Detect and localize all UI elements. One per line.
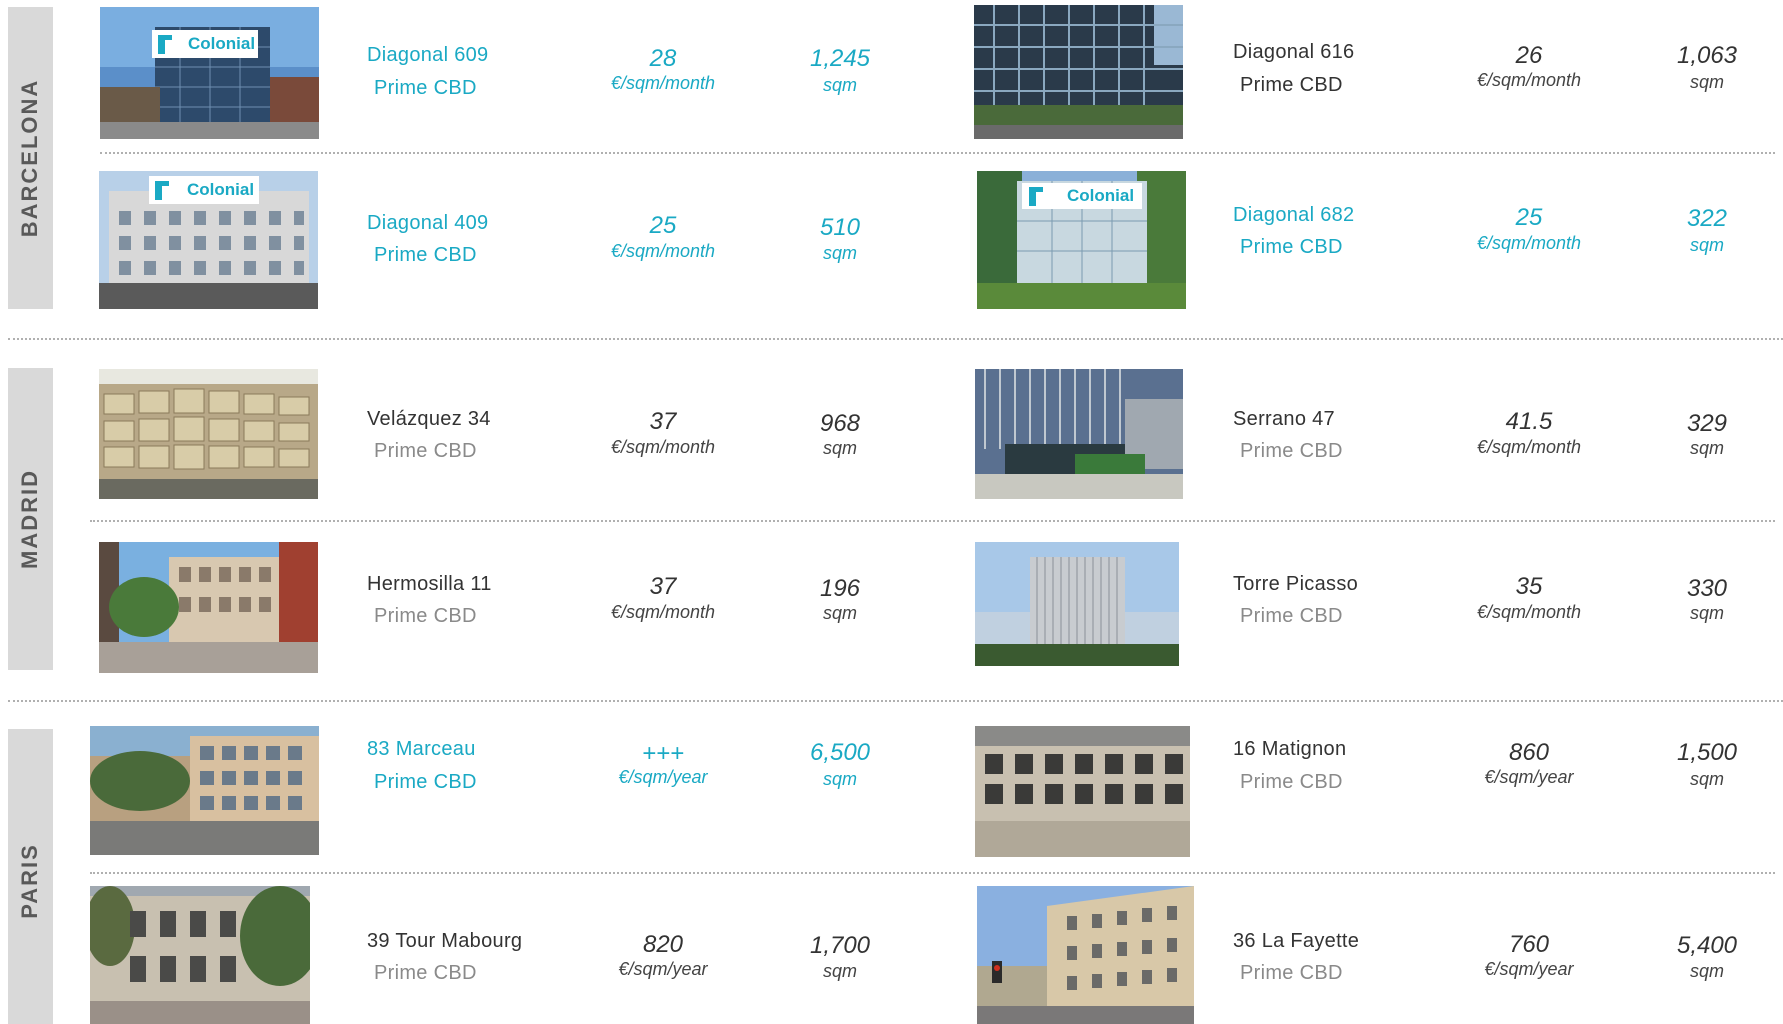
rent-value: 760 — [1508, 931, 1550, 958]
building-name: Velázquez 34 — [367, 408, 491, 430]
building-zone: Prime CBD — [374, 771, 477, 793]
rent-value: 37 — [649, 573, 677, 600]
building-zone: Prime CBD — [374, 962, 477, 984]
rent-unit: €/sqm/month — [1476, 233, 1582, 253]
building-photo-diagonal-609: Colonial — [100, 7, 319, 139]
building-zone: Prime CBD — [374, 77, 477, 99]
rent-value: 860 — [1508, 739, 1550, 766]
building-zone: Prime CBD — [374, 244, 477, 266]
rent-value: 25 — [649, 212, 677, 239]
building-zone: Prime CBD — [1240, 605, 1343, 627]
rent-unit: €/sqm/year — [1484, 959, 1574, 979]
building-name: Diagonal 609 — [367, 44, 489, 66]
building-zone: Prime CBD — [1240, 771, 1343, 793]
building-name: Torre Picasso — [1233, 573, 1359, 595]
building-zone: Prime CBD — [374, 605, 477, 627]
rent-unit: €/sqm/year — [1484, 767, 1574, 787]
building-photo-diagonal-616 — [974, 5, 1183, 139]
area-value: 329 — [1686, 410, 1728, 437]
area-value: 330 — [1686, 575, 1728, 602]
rent-unit: €/sqm/month — [610, 437, 716, 457]
area-value: 1,700 — [809, 932, 871, 959]
area-unit: sqm — [822, 243, 857, 263]
rent-unit: €/sqm/month — [610, 602, 716, 622]
area-value: 1,245 — [809, 45, 871, 72]
building-name: 36 La Fayette — [1233, 930, 1360, 952]
area-value: 322 — [1686, 205, 1728, 232]
building-photo-diagonal-409: Colonial — [99, 171, 318, 309]
building-zone: Prime CBD — [1240, 74, 1343, 96]
area-unit: sqm — [822, 769, 857, 789]
area-value: 968 — [819, 410, 861, 437]
area-unit: sqm — [1689, 235, 1724, 255]
rent-value: 37 — [649, 408, 677, 435]
building-photo-serrano-47 — [975, 369, 1183, 499]
area-unit: sqm — [822, 75, 857, 95]
rent-unit: €/sqm/year — [618, 959, 708, 979]
building-name: Serrano 47 — [1233, 408, 1335, 430]
rent-value: 28 — [649, 45, 677, 72]
area-value: 510 — [819, 214, 861, 241]
area-value: 5,400 — [1676, 932, 1738, 959]
building-zone: Prime CBD — [1240, 962, 1343, 984]
area-unit: sqm — [1689, 438, 1724, 458]
area-value: 1,063 — [1676, 42, 1738, 69]
rent-value: 35 — [1515, 573, 1543, 600]
building-zone: Prime CBD — [374, 440, 477, 462]
area-unit: sqm — [822, 961, 857, 981]
building-name: 39 Tour Mabourg — [367, 930, 523, 952]
building-photo-39-tour-mabourg — [90, 886, 310, 1024]
building-zone: Prime CBD — [1240, 236, 1343, 258]
rent-value: 41.5 — [1505, 408, 1553, 435]
building-photo-36-la-fayette — [977, 886, 1194, 1024]
area-value: 196 — [819, 575, 861, 602]
colonial-logo-text: Colonial — [188, 34, 256, 53]
section-divider — [8, 338, 1783, 340]
area-unit: sqm — [1689, 769, 1724, 789]
rent-unit: €/sqm/month — [610, 241, 716, 261]
building-name: Diagonal 616 — [1233, 41, 1355, 63]
building-name: 16 Matignon — [1233, 738, 1347, 760]
building-name: Diagonal 682 — [1233, 204, 1355, 226]
colonial-logo-text: Colonial — [187, 180, 255, 199]
row-divider — [90, 872, 1775, 874]
area-unit: sqm — [822, 438, 857, 458]
row-divider — [90, 520, 1775, 522]
area-unit: sqm — [822, 603, 857, 623]
rent-unit: €/sqm/month — [610, 73, 716, 93]
building-photo-83-marceau — [90, 726, 319, 855]
rent-value: 26 — [1515, 42, 1543, 69]
building-photo-torre-picasso — [975, 542, 1179, 666]
section-divider — [8, 700, 1783, 702]
rent-unit: €/sqm/month — [1476, 602, 1582, 622]
area-value: 1,500 — [1676, 739, 1738, 766]
row-divider — [100, 152, 1775, 154]
rent-unit: €/sqm/month — [1476, 437, 1582, 457]
building-photo-velazquez-34 — [99, 369, 318, 499]
area-value: 6,500 — [809, 739, 871, 766]
rent-value: 25 — [1515, 204, 1543, 231]
building-photo-diagonal-682: Colonial — [977, 171, 1186, 309]
building-name: 83 Marceau — [367, 738, 476, 760]
building-name: Hermosilla 11 — [367, 573, 492, 595]
rent-unit: €/sqm/year — [618, 767, 708, 787]
rent-value: 820 — [642, 931, 684, 958]
building-zone: Prime CBD — [1240, 440, 1343, 462]
rent-value: +++ — [641, 740, 685, 767]
area-unit: sqm — [1689, 603, 1724, 623]
area-unit: sqm — [1689, 72, 1724, 92]
city-label-paris: PARIS — [17, 843, 42, 919]
building-photo-16-matignon — [975, 726, 1190, 857]
building-name: Diagonal 409 — [367, 212, 489, 234]
city-label-madrid: MADRID — [17, 469, 42, 569]
area-unit: sqm — [1689, 961, 1724, 981]
rent-unit: €/sqm/month — [1476, 70, 1582, 90]
building-photo-hermosilla-11 — [99, 542, 318, 673]
colonial-logo-text: Colonial — [1067, 186, 1135, 205]
city-label-barcelona: BARCELONA — [17, 78, 42, 238]
